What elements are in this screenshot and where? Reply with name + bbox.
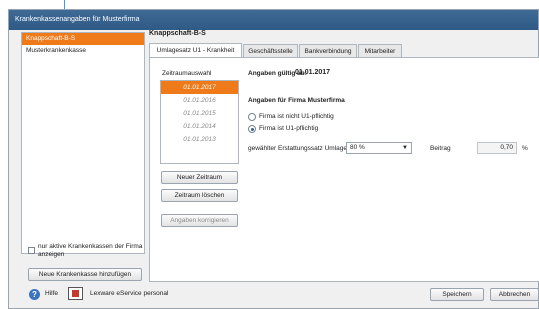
add-kasse-button[interactable]: Neue Krankenkasse hinzufügen (28, 268, 142, 281)
help-label[interactable]: Hilfe (45, 290, 58, 297)
help-icon[interactable]: ? (29, 289, 40, 300)
window-title: Krankenkassenangaben für Musterfirma (9, 10, 538, 30)
delete-zeitraum-button[interactable]: Zeitraum löschen (161, 189, 238, 202)
only-active-checkbox[interactable] (28, 247, 35, 254)
kassen-list-item[interactable]: Musterkrankenkasse (22, 45, 144, 57)
zeitraum-item[interactable]: 01.01.2015 (161, 107, 238, 120)
kassen-list[interactable]: Knappschaft-B-S Musterkrankenkasse (21, 32, 145, 254)
rate-select-value: 80 % (350, 144, 365, 151)
zeitraum-item[interactable]: 01.01.2017 (161, 81, 238, 94)
detail-title: Knappschaft-B-S (149, 30, 206, 37)
only-active-label: nur aktive Krankenkassen der Firma anzei… (38, 243, 143, 258)
tab-umlagesatz[interactable]: Umlagesatz U1 - Krankheit (149, 43, 242, 58)
valid-from-value: 01.01.2017 (295, 69, 331, 76)
zeitraum-item[interactable]: 01.01.2014 (161, 120, 238, 133)
save-button[interactable]: Speichern (430, 288, 484, 301)
zeitraum-label: Zeitraumauswahl (162, 70, 212, 77)
zeitraum-list[interactable]: 01.01.2017 01.01.2016 01.01.2015 01.01.2… (160, 80, 239, 164)
tab-mitarbeiter[interactable]: Mitarbeiter (358, 44, 402, 58)
new-zeitraum-button[interactable]: Neuer Zeitraum (161, 171, 238, 184)
rate-label: gewählter Erstattungssatz Umlage U1 (248, 145, 358, 152)
kassen-list-item[interactable]: Knappschaft-B-S (22, 33, 144, 45)
radio-not-obliged[interactable] (248, 113, 256, 121)
eservice-icon[interactable] (68, 287, 83, 300)
radio-obliged[interactable] (248, 125, 256, 133)
radio-obliged-label: Firma ist U1-pflichtig (259, 125, 319, 132)
firma-heading: Angaben für Firma Musterfirma (248, 97, 345, 104)
chevron-down-icon[interactable]: ▼ (402, 143, 408, 153)
zeitraum-item[interactable]: 01.01.2016 (161, 94, 238, 107)
correct-data-button[interactable]: Angaben korrigieren (161, 214, 238, 227)
radio-not-obliged-label: Firma ist nicht U1-pflichtig (259, 113, 334, 120)
rate-select[interactable]: 80 % ▼ (346, 142, 412, 154)
cancel-button[interactable]: Abbrechen (490, 288, 539, 301)
tab-geschaeftsstelle[interactable]: Geschäftsstelle (243, 44, 298, 58)
beitrag-unit: % (522, 145, 528, 152)
zeitraum-item[interactable]: 01.01.2013 (161, 133, 238, 146)
beitrag-field: 0,70 (477, 142, 517, 154)
eservice-label[interactable]: Lexware eService personal (90, 290, 168, 297)
tab-bankverbindung[interactable]: Bankverbindung (299, 44, 357, 58)
beitrag-label: Beitrag (430, 145, 451, 152)
